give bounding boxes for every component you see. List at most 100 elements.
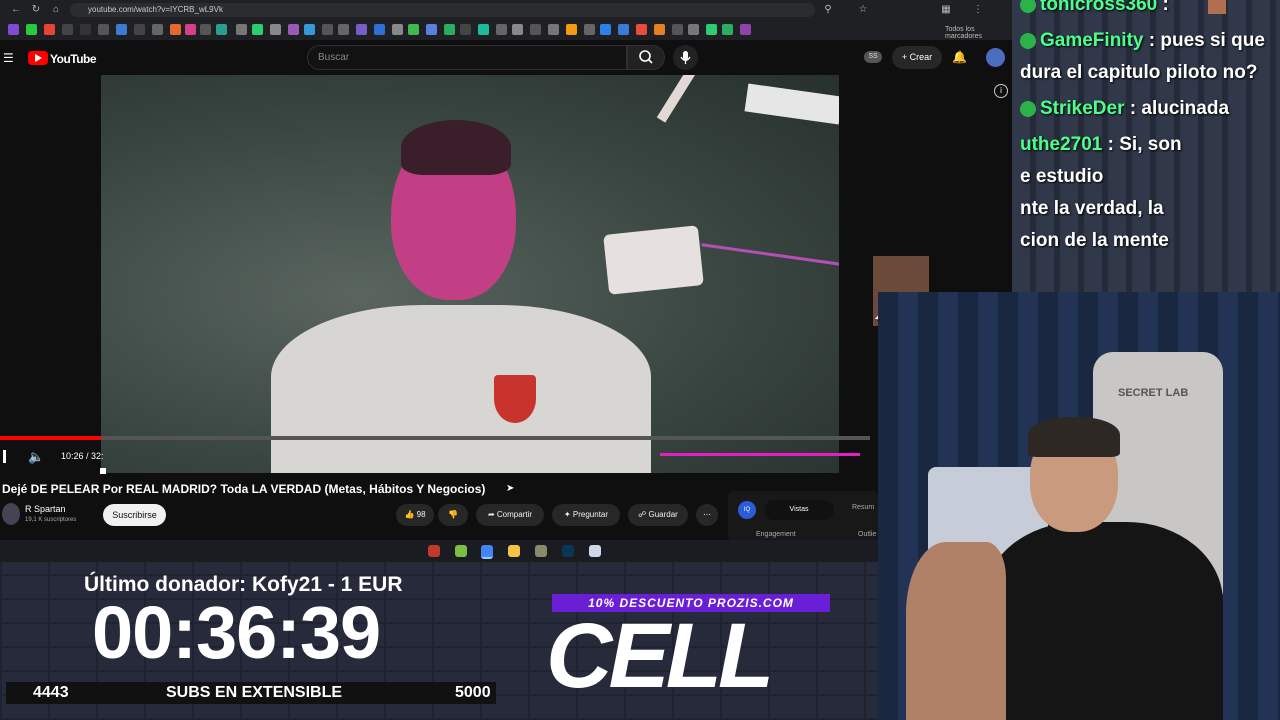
app-icon[interactable] bbox=[589, 545, 601, 557]
bookmark-icon[interactable] bbox=[152, 24, 163, 35]
streamer-torso bbox=[983, 522, 1223, 720]
bookmark-icon[interactable] bbox=[584, 24, 595, 35]
bookmark-icon[interactable] bbox=[636, 24, 647, 35]
x-icon[interactable] bbox=[62, 24, 73, 35]
bookmark-icon[interactable] bbox=[460, 24, 471, 35]
bookmark-icon[interactable] bbox=[26, 24, 37, 35]
bookmark-icon[interactable] bbox=[116, 24, 127, 35]
search-input[interactable]: Buscar bbox=[307, 45, 627, 70]
bookmark-icon[interactable] bbox=[392, 24, 403, 35]
bookmark-icon[interactable] bbox=[304, 24, 315, 35]
extensions-icon[interactable]: ▦ bbox=[940, 4, 952, 16]
webcam-feed: SECRET LAB bbox=[878, 292, 1280, 720]
tab-resumen[interactable]: Resum bbox=[852, 504, 874, 511]
bookmark-icon[interactable] bbox=[270, 24, 281, 35]
back-icon[interactable]: ← bbox=[10, 4, 22, 16]
bookmark-icon[interactable] bbox=[478, 24, 489, 35]
notifications-bell-icon[interactable]: 🔔 bbox=[952, 50, 967, 64]
bookmark-icon[interactable] bbox=[134, 24, 145, 35]
bookmark-icon[interactable] bbox=[654, 24, 665, 35]
ask-button[interactable]: ✦ Preguntar bbox=[552, 504, 620, 526]
volume-icon[interactable]: 🔈 bbox=[28, 449, 44, 465]
bookmark-icon[interactable] bbox=[740, 24, 751, 35]
zoom-icon[interactable]: ⚲ bbox=[822, 4, 834, 16]
bookmark-icon[interactable] bbox=[548, 24, 559, 35]
app-icon[interactable] bbox=[535, 545, 547, 557]
bookmark-icon[interactable] bbox=[236, 24, 247, 35]
bookmark-icon[interactable] bbox=[200, 24, 211, 35]
bookmark-icon[interactable] bbox=[170, 24, 181, 35]
account-badge[interactable]: SS bbox=[864, 51, 882, 63]
bookmark-icon[interactable] bbox=[252, 24, 263, 35]
chrome-icon[interactable] bbox=[481, 545, 493, 559]
bookmark-icon[interactable] bbox=[512, 24, 523, 35]
bookmark-icon[interactable] bbox=[722, 24, 733, 35]
chat-text: : Si, son bbox=[1102, 134, 1182, 155]
browser-window: ← ↻ ⌂ youtube.com/watch?v=IYCRB_wL9Vk ⚲ … bbox=[0, 0, 1012, 540]
pause-icon[interactable] bbox=[3, 450, 6, 463]
profile-avatar[interactable] bbox=[986, 48, 1005, 67]
bookmark-icon[interactable] bbox=[322, 24, 333, 35]
folder-icon[interactable] bbox=[508, 545, 520, 557]
info-icon[interactable]: i bbox=[994, 84, 1008, 98]
share-button[interactable]: ➦ Compartir bbox=[476, 504, 544, 526]
extension-logo-icon[interactable]: IQ bbox=[738, 501, 756, 519]
obs-icon[interactable] bbox=[428, 545, 440, 557]
home-icon[interactable]: ⌂ bbox=[50, 4, 62, 16]
more-actions-icon[interactable]: ⋯ bbox=[696, 504, 718, 526]
bookmark-icon[interactable] bbox=[288, 24, 299, 35]
address-bar[interactable]: youtube.com/watch?v=IYCRB_wL9Vk bbox=[70, 3, 815, 17]
youtube-logo-text[interactable]: YouTube bbox=[50, 52, 97, 66]
photoshop-icon[interactable] bbox=[562, 545, 574, 557]
bookmark-icon[interactable] bbox=[672, 24, 683, 35]
instagram-icon[interactable] bbox=[185, 24, 196, 35]
reload-icon[interactable]: ↻ bbox=[30, 4, 42, 16]
create-button[interactable]: + Crear bbox=[892, 46, 942, 69]
like-button[interactable]: 👍 98 bbox=[396, 504, 434, 526]
scrubber-handle[interactable] bbox=[100, 468, 106, 474]
channel-avatar[interactable] bbox=[2, 503, 20, 525]
bookmark-star-icon[interactable]: ☆ bbox=[857, 4, 869, 16]
sponsor-logo: CELL bbox=[546, 605, 774, 707]
bookmark-icon[interactable] bbox=[98, 24, 109, 35]
search-button[interactable] bbox=[627, 45, 665, 70]
bookmark-icon[interactable] bbox=[618, 24, 629, 35]
like-count: 98 bbox=[416, 510, 426, 519]
bookmark-icon[interactable] bbox=[688, 24, 699, 35]
bookmark-icon[interactable] bbox=[444, 24, 455, 35]
dislike-button[interactable]: 👎 bbox=[438, 504, 468, 526]
bookmark-icon[interactable] bbox=[374, 24, 385, 35]
chat-username: GameFinity bbox=[1040, 30, 1144, 51]
hamburger-menu-icon[interactable]: ☰ bbox=[3, 51, 14, 65]
bookmark-icon[interactable] bbox=[566, 24, 577, 35]
youtube-logo-icon[interactable] bbox=[28, 51, 48, 65]
speaker-hair bbox=[401, 120, 511, 175]
bookmark-icon[interactable] bbox=[356, 24, 367, 35]
tiktok-icon[interactable] bbox=[80, 24, 91, 35]
all-bookmarks-folder[interactable]: Todos los marcadores bbox=[945, 26, 1012, 40]
chat-message: cion de la mente bbox=[1020, 230, 1169, 252]
gmail-icon[interactable] bbox=[44, 24, 55, 35]
bookmark-icon[interactable] bbox=[600, 24, 611, 35]
bookmark-icon[interactable] bbox=[338, 24, 349, 35]
subscribe-button[interactable]: Suscribirse bbox=[103, 504, 166, 526]
voice-search-button[interactable] bbox=[673, 45, 698, 70]
bookmark-icon[interactable] bbox=[216, 24, 227, 35]
speaker-jacket bbox=[271, 305, 651, 473]
bookmark-icon[interactable] bbox=[496, 24, 507, 35]
bookmark-icon[interactable] bbox=[706, 24, 717, 35]
save-button[interactable]: ☍ Guardar bbox=[628, 504, 688, 526]
video-player[interactable] bbox=[101, 75, 839, 473]
bookmark-icon[interactable] bbox=[530, 24, 541, 35]
bookmark-icon[interactable] bbox=[8, 24, 19, 35]
channel-name[interactable]: R Spartan bbox=[25, 504, 66, 514]
chat-text: nte la verdad, la bbox=[1020, 198, 1164, 219]
chat-username: uthe2701 bbox=[1020, 134, 1103, 155]
bookmark-icon[interactable] bbox=[408, 24, 419, 35]
bookmark-icon[interactable] bbox=[426, 24, 437, 35]
tab-vistas[interactable]: Vistas bbox=[764, 500, 834, 520]
progress-track[interactable] bbox=[0, 436, 870, 440]
menu-icon[interactable]: ⋮ bbox=[972, 4, 984, 16]
app-icon[interactable] bbox=[455, 545, 467, 557]
streamer-hair bbox=[1028, 417, 1120, 457]
